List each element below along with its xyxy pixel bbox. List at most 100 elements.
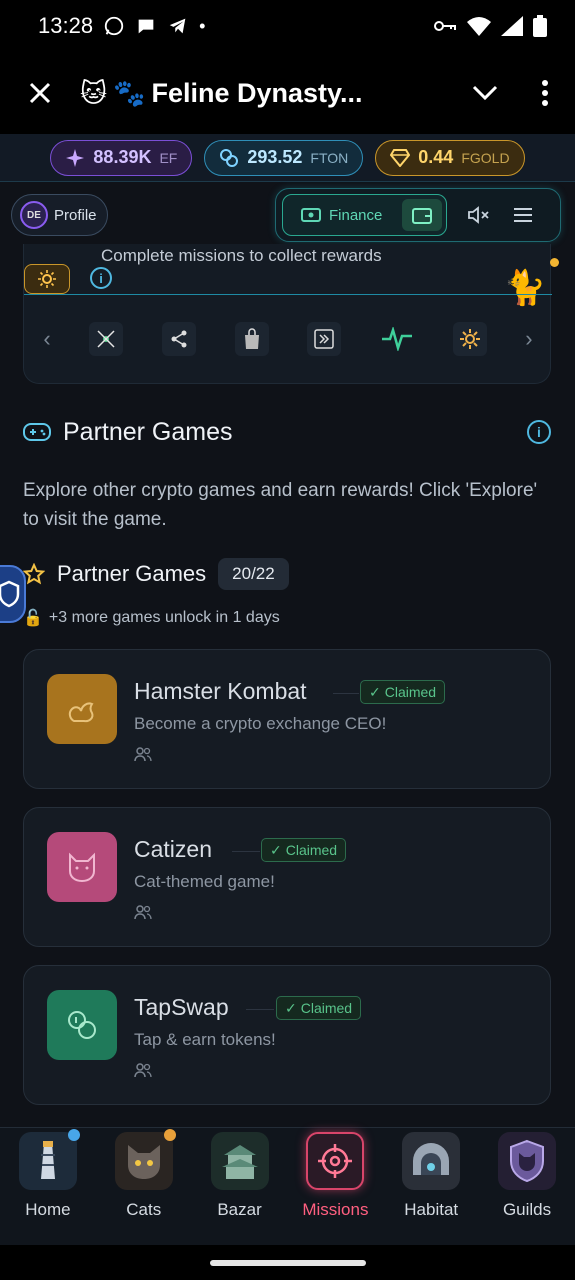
wallet-button[interactable]: [402, 199, 443, 231]
bag-category-icon[interactable]: [234, 321, 269, 356]
wallet-icon: [412, 208, 433, 224]
guild-shield-icon: [498, 1132, 557, 1190]
habitat-capsule-icon: [402, 1132, 461, 1190]
game-toolbar: DE Profile Finance: [0, 188, 575, 244]
cat-portrait-icon: [114, 1129, 176, 1190]
scroll-right-button[interactable]: ›: [525, 326, 532, 352]
nav-dot: [163, 1129, 176, 1141]
nav-bazar[interactable]: Bazar: [197, 1132, 283, 1245]
missions-info-button[interactable]: i: [90, 267, 112, 289]
fgold-unit: FGOLD: [461, 149, 510, 166]
signal-icon: [501, 16, 523, 36]
forward-category-icon[interactable]: [307, 321, 342, 356]
nav-label: Cats: [126, 1200, 162, 1219]
fton-balance[interactable]: 293.52 FTON: [204, 139, 364, 176]
hamburger-icon: [514, 208, 533, 222]
section-title: Partner Games: [63, 417, 233, 446]
squirrel-icon: [47, 674, 117, 744]
battery-icon: [533, 15, 547, 37]
tools-group: Finance: [275, 188, 561, 242]
avatar: DE: [20, 201, 48, 229]
check-icon: ✓: [369, 683, 381, 700]
settings-category-icon[interactable]: [452, 321, 487, 356]
claimed-label: Claimed: [285, 842, 338, 858]
nav-missions[interactable]: Missions: [292, 1132, 378, 1245]
lock-icon: 🔓: [23, 610, 43, 627]
bottom-navigation: Home Cats Bazar Missions Habitat Guilds: [0, 1127, 575, 1245]
network-category-icon[interactable]: [89, 321, 124, 356]
close-icon: [29, 82, 51, 104]
nav-home[interactable]: Home: [5, 1129, 91, 1245]
nav-label: Home: [25, 1200, 71, 1219]
share-category-icon[interactable]: [161, 321, 196, 356]
users-icon: [134, 1063, 152, 1078]
mute-button[interactable]: [457, 206, 501, 224]
missions-card: Complete missions to collect rewards i 🐈…: [23, 244, 559, 384]
nav-cats[interactable]: Cats: [101, 1129, 187, 1245]
partner-games-header: Partner Games i: [23, 412, 551, 452]
shopping-bag-icon: [244, 327, 259, 349]
app-title-text: Feline Dynasty...: [151, 77, 363, 108]
nav-habitat[interactable]: Habitat: [388, 1132, 474, 1245]
activity-category-icon[interactable]: [380, 322, 414, 356]
game-card[interactable]: Catizen ✓ Claimed Cat-themed game!: [23, 807, 551, 947]
more-options-button[interactable]: [515, 80, 575, 106]
check-icon: ✓: [270, 841, 282, 858]
mission-category-strip: ‹ ›: [24, 294, 552, 382]
gamepad-icon: [23, 423, 51, 441]
nav-label: Missions: [302, 1200, 369, 1219]
coins-swap-icon: [47, 990, 117, 1060]
claimed-badge: ✓ Claimed: [276, 996, 362, 1020]
shield-icon: [0, 580, 20, 608]
game-card[interactable]: Hamster Kombat ✓ Claimed Become a crypto…: [23, 649, 551, 789]
ef-balance[interactable]: 88.39K EF: [50, 139, 193, 176]
home-gesture-handle[interactable]: [210, 1260, 366, 1266]
game-description: Cat-themed game!: [134, 872, 275, 891]
sparkle-icon: [66, 148, 85, 167]
network-icon: [97, 329, 115, 348]
games-count-badge: 20/22: [218, 558, 289, 590]
users-icon: [134, 905, 152, 920]
fton-value: 293.52: [247, 147, 303, 167]
nav-label: Guilds: [502, 1200, 552, 1219]
gesture-bar: [0, 1245, 575, 1280]
hamburger-menu-button[interactable]: [501, 207, 545, 223]
app-title: 🐱 🐾 Feline Dynasty...: [80, 78, 455, 109]
more-notifications-dot-icon: •: [199, 15, 206, 36]
finance-button[interactable]: Finance: [282, 194, 448, 236]
scroll-left-button[interactable]: ‹: [43, 326, 50, 352]
pulse-icon: [381, 326, 412, 351]
crosshair-icon: [306, 1132, 365, 1190]
claimed-label: Claimed: [300, 1000, 353, 1016]
status-bar: 13:28 •: [0, 0, 575, 52]
pagoda-icon: [210, 1132, 269, 1190]
nav-guilds[interactable]: Guilds: [484, 1132, 570, 1245]
game-description: Become a crypto exchange CEO!: [134, 714, 387, 733]
divider-line: [333, 693, 359, 694]
fast-forward-icon: [314, 328, 335, 349]
lighthouse-icon: [18, 1129, 80, 1190]
nav-label: Habitat: [404, 1200, 459, 1219]
currency-bar: 88.39K EF 293.52 FTON 0.44 FGOLD: [0, 134, 575, 182]
vpn-key-icon: [434, 21, 456, 31]
profile-button[interactable]: DE Profile: [11, 194, 108, 236]
game-card[interactable]: TapSwap ✓ Claimed Tap & earn tokens!: [23, 965, 551, 1105]
ef-value: 88.39K: [93, 147, 152, 167]
claimed-badge: ✓ Claimed: [360, 680, 446, 704]
notification-dot: [550, 258, 559, 267]
claimed-badge: ✓ Claimed: [261, 838, 347, 862]
whatsapp-icon: [104, 16, 124, 36]
fgold-balance[interactable]: 0.44 FGOLD: [375, 139, 525, 176]
close-button[interactable]: [0, 52, 80, 134]
section-description: Explore other crypto games and earn rewa…: [23, 480, 538, 530]
subheader-title: Partner Games: [57, 561, 207, 586]
cat-face-icon: 🐱: [80, 77, 108, 108]
nav-label: Bazar: [217, 1200, 262, 1219]
daily-mission-chip[interactable]: [24, 264, 70, 294]
gear-icon: [459, 328, 480, 349]
kebab-menu-icon: [542, 80, 548, 106]
partner-subheader: Partner Games 20/22: [23, 556, 289, 592]
partner-info-button[interactable]: i: [527, 420, 551, 444]
cat-icon: [47, 832, 117, 902]
expand-button[interactable]: [455, 85, 515, 101]
